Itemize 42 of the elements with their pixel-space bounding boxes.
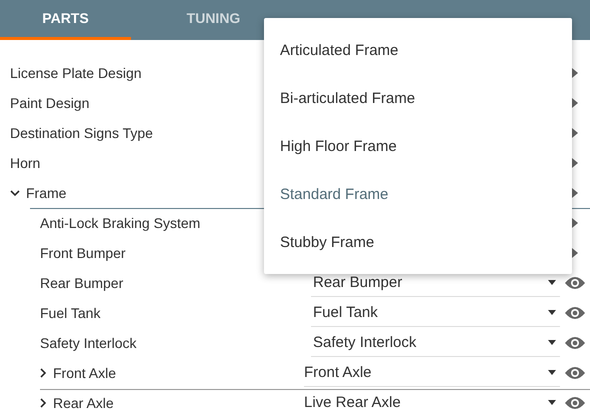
eye-icon[interactable] [564,396,586,410]
select-field[interactable]: Live Rear Axle [304,390,560,410]
arrow-right-icon[interactable] [572,128,578,138]
part-label[interactable]: Rear Bumper [40,275,124,291]
arrow-right-icon[interactable] [572,68,578,78]
eye-icon[interactable] [564,306,586,320]
part-label[interactable]: Anti-Lock Braking System [40,215,200,231]
part-label[interactable]: Front Bumper [40,245,126,261]
part-label[interactable]: Destination Signs Type [10,125,153,141]
menu-item[interactable]: Bi-articulated Frame [264,74,572,122]
caret-down-icon[interactable] [548,400,556,405]
part-label[interactable]: License Plate Design [10,65,142,81]
part-label[interactable]: Paint Design [10,95,90,111]
menu-item[interactable]: Standard Frame [264,170,572,218]
part-label[interactable]: Horn [10,155,40,171]
chevron-right-icon[interactable] [40,398,47,408]
part-label[interactable]: Fuel Tank [40,305,100,321]
arrow-right-icon[interactable] [572,158,578,168]
arrow-right-icon[interactable] [572,218,578,228]
caret-down-icon[interactable] [548,370,556,375]
caret-down-icon[interactable] [548,310,556,315]
arrow-right-icon[interactable] [572,98,578,108]
eye-icon[interactable] [564,336,586,350]
chevron-down-icon[interactable] [10,190,20,196]
part-label[interactable]: Frame [26,185,66,201]
chevron-right-icon[interactable] [40,368,47,378]
part-label[interactable]: Front Axle [53,365,116,381]
part-label[interactable]: Rear Axle [53,395,114,410]
menu-item[interactable]: High Floor Frame [264,122,572,170]
caret-down-icon[interactable] [548,280,556,285]
arrow-right-icon[interactable] [572,248,578,258]
select-field[interactable]: Safety Interlock [311,330,560,356]
select-field[interactable]: Front Axle [304,360,560,386]
menu-item[interactable]: Articulated Frame [264,26,572,74]
eye-icon[interactable] [564,276,586,290]
arrow-right-icon[interactable] [572,188,578,198]
eye-icon[interactable] [564,366,586,380]
part-label[interactable]: Safety Interlock [40,335,136,351]
menu-item[interactable]: Stubby Frame [264,218,572,266]
select-field[interactable]: Fuel Tank [311,300,560,326]
tab[interactable]: PARTS [0,0,131,40]
caret-down-icon[interactable] [548,340,556,345]
